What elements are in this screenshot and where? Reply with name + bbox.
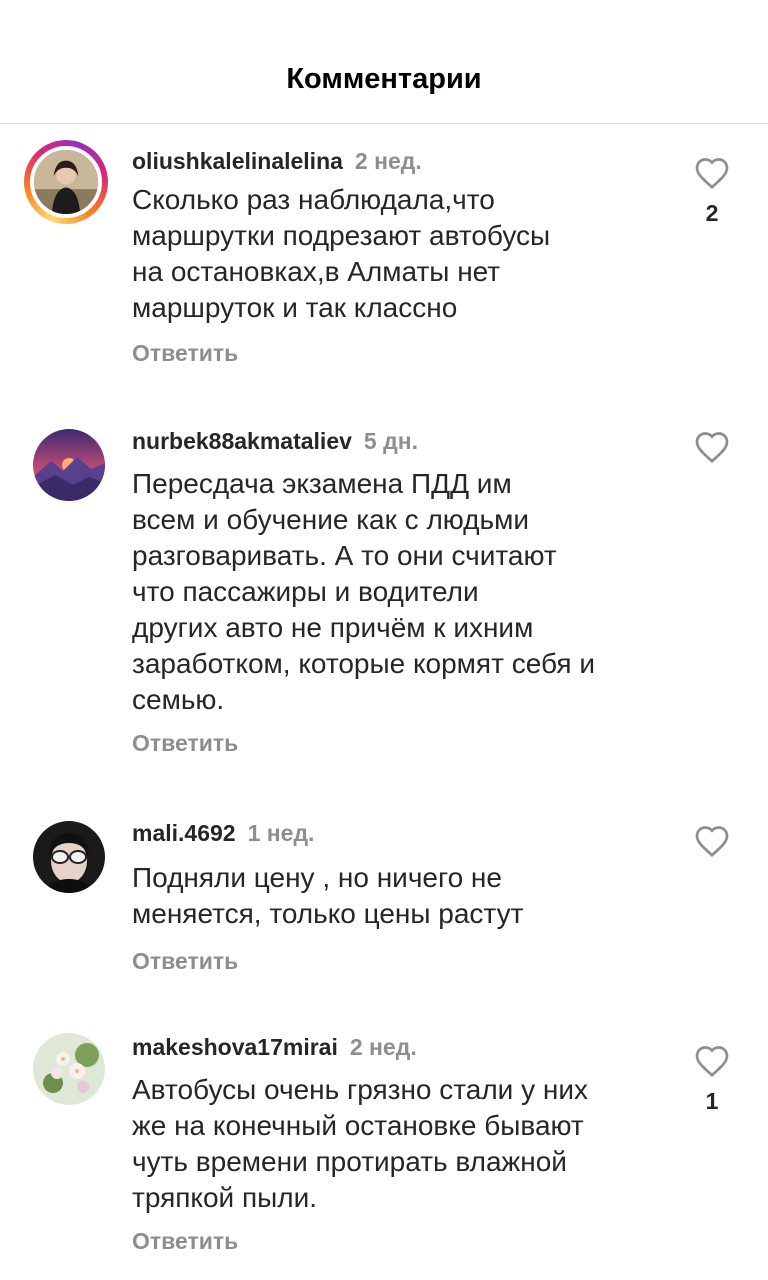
comment-text: Пересдача экзамена ПДД им всем и обучени…: [132, 466, 692, 718]
avatar: [30, 146, 102, 218]
heart-icon: [695, 826, 729, 858]
avatar-story-ring[interactable]: [24, 140, 108, 224]
username[interactable]: makeshova17mirai: [132, 1034, 338, 1060]
like-button[interactable]: [692, 430, 732, 464]
comment-text: Сколько раз наблюдала,что маршрутки подр…: [132, 182, 672, 326]
page-title: Комментарии: [286, 63, 482, 95]
avatar-wrapper[interactable]: [30, 1030, 108, 1108]
comment-meta: nurbek88akmataliev 5 дн.: [132, 428, 418, 455]
comment-meta: oliushkalelinalelina 2 нед.: [132, 148, 422, 175]
comment-time: 2 нед.: [354, 148, 422, 174]
avatar-wrapper[interactable]: [30, 426, 108, 504]
comment-meta: mali.4692 1 нед.: [132, 820, 314, 847]
comment-text-line: Автобусы очень грязно стали у них: [132, 1074, 588, 1105]
comment-text-line: разговаривать. А то они считают: [132, 540, 557, 571]
reply-button[interactable]: Ответить: [132, 1228, 238, 1255]
heart-icon: [695, 158, 729, 190]
comment-text-line: чуть времени протирать влажной: [132, 1146, 567, 1177]
comment-text-line: же на конечный остановке бывают: [132, 1110, 584, 1141]
comment-time: 2 нед.: [349, 1034, 417, 1060]
heart-icon: [695, 432, 729, 464]
heart-icon: [695, 1046, 729, 1078]
reply-button[interactable]: Ответить: [132, 730, 238, 757]
comment-text-line: маршрутки подрезают автобусы: [132, 220, 551, 251]
like-button[interactable]: [692, 824, 732, 858]
username[interactable]: nurbek88akmataliev: [132, 428, 352, 454]
like-button[interactable]: 1: [692, 1044, 732, 1115]
header-bar: Комментарии: [0, 0, 768, 124]
comment-text-line: Пересдача экзамена ПДД им: [132, 468, 512, 499]
comment-text-line: всем и обучение как с людьми: [132, 504, 529, 535]
comment-text-line: Сколько раз наблюдала,что: [132, 184, 495, 215]
comment-text-line: заработком, которые кормят себя и: [132, 648, 595, 679]
like-button[interactable]: 2: [692, 156, 732, 227]
comment-text: Автобусы очень грязно стали у них же на …: [132, 1072, 692, 1216]
avatar: [33, 821, 105, 893]
reply-button[interactable]: Ответить: [132, 340, 238, 367]
comment-time: 5 дн.: [363, 428, 418, 454]
comment-text: Подняли цену , но ничего не меняется, то…: [132, 860, 672, 932]
like-count: 1: [705, 1088, 719, 1114]
username[interactable]: oliushkalelinalelina: [132, 148, 343, 174]
comment-text-line: других авто не причём к ихним: [132, 612, 534, 643]
avatar: [33, 429, 105, 501]
comment-text-line: на остановках,в Алматы нет: [132, 256, 501, 287]
like-count: 2: [705, 200, 719, 226]
comment-text-line: Подняли цену , но ничего не: [132, 862, 502, 893]
comment-text-line: тряпкой пыли.: [132, 1182, 318, 1213]
comment-text-line: меняется, только цены растут: [132, 898, 524, 929]
comment-time: 1 нед.: [247, 820, 315, 846]
reply-button[interactable]: Ответить: [132, 948, 238, 975]
comment-text-line: семью.: [132, 684, 225, 715]
username[interactable]: mali.4692: [132, 820, 236, 846]
comment-meta: makeshova17mirai 2 нед.: [132, 1034, 417, 1061]
comment-text-line: маршруток и так классно: [132, 292, 458, 323]
comment-text-line: что пассажиры и водители: [132, 576, 479, 607]
avatar: [33, 1033, 105, 1105]
avatar-wrapper[interactable]: [30, 818, 108, 896]
